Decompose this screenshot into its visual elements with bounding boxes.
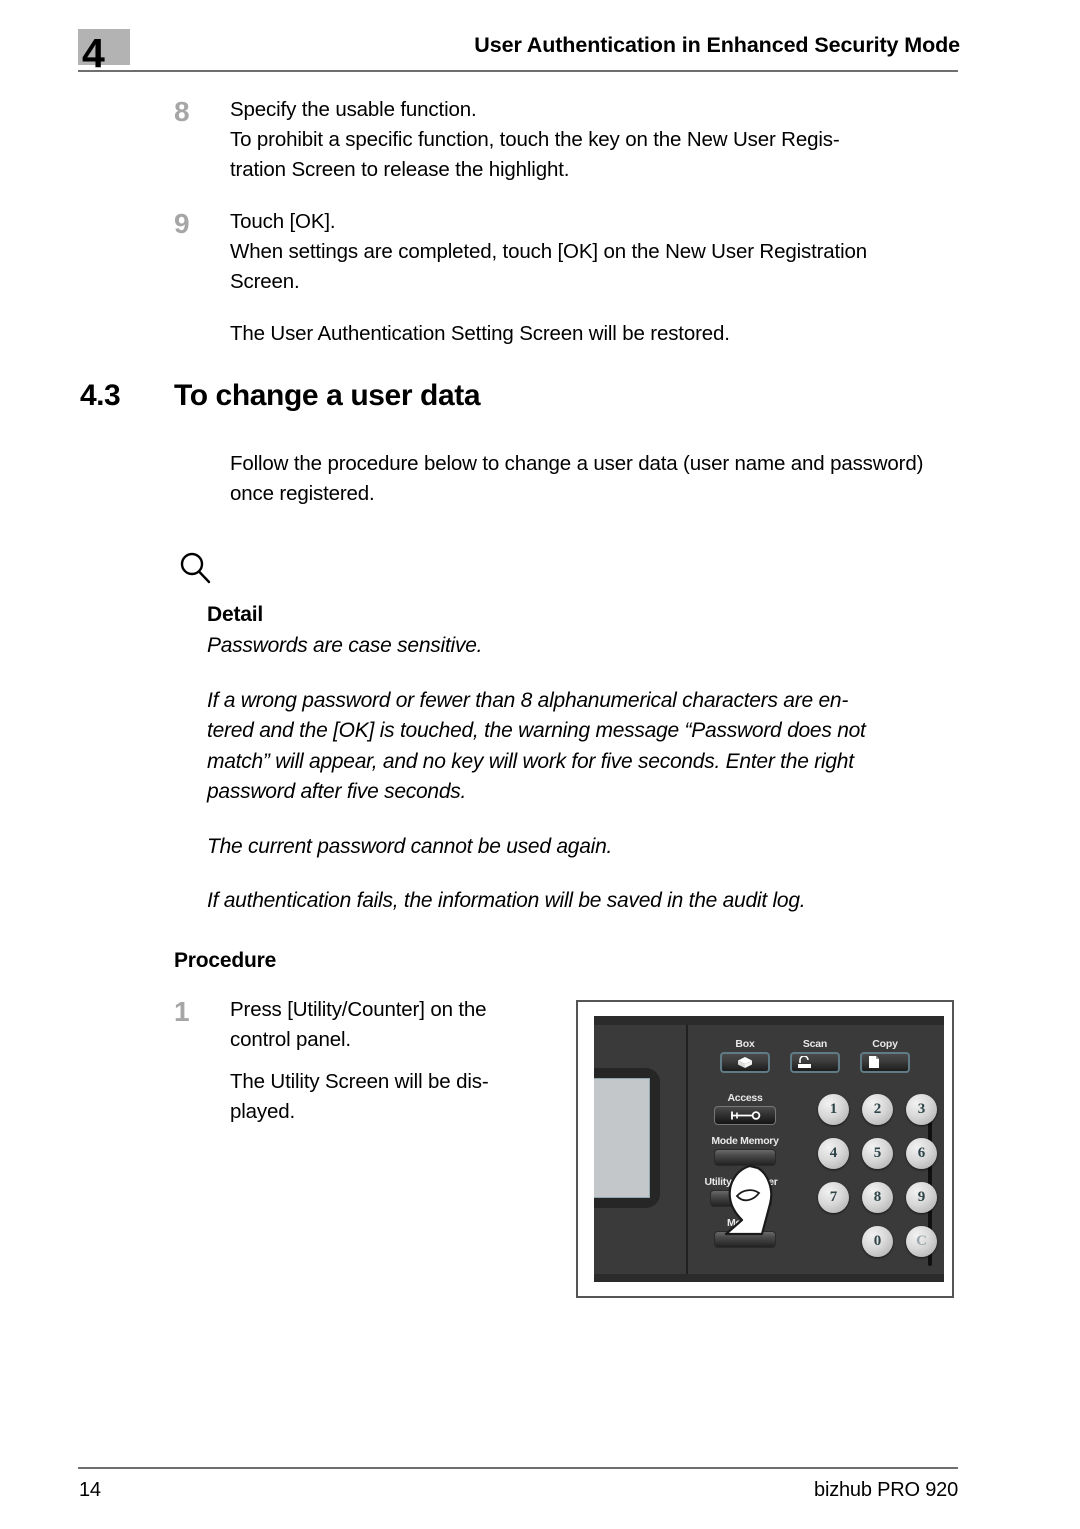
- panel-divider: [686, 1024, 688, 1274]
- function-key-button[interactable]: [720, 1051, 770, 1073]
- header-rule: [78, 70, 958, 72]
- box-cube-icon: [722, 1054, 768, 1071]
- step-line: When settings are completed, touch [OK] …: [230, 240, 868, 263]
- function-key-button[interactable]: [860, 1051, 910, 1073]
- function-key-button[interactable]: [790, 1051, 840, 1073]
- step-item: 9 Touch [OK]. When settings are complete…: [0, 207, 1080, 297]
- detail-paragraph: If authentication fails, the information…: [207, 886, 1080, 917]
- keypad-key[interactable]: 4: [818, 1137, 849, 1169]
- section-heading: 4.3 To change a user data: [0, 379, 1080, 423]
- detail-paragraph: If a wrong password or fewer than 8 alph…: [207, 686, 1080, 808]
- step-number: 1: [174, 995, 190, 1027]
- side-button-label: Mode Memory: [711, 1134, 779, 1147]
- panel-bottom-strip: [594, 1273, 944, 1282]
- side-button-mode-memory[interactable]: Mode Memory: [702, 1135, 788, 1166]
- keypad-key[interactable]: 1: [818, 1093, 849, 1125]
- keypad-key[interactable]: 6: [906, 1137, 937, 1169]
- step-line: Press [Utility/Counter] on the: [230, 997, 487, 1021]
- step-line: To prohibit a specific function, touch t…: [230, 128, 840, 151]
- keypad-key[interactable]: 8: [862, 1181, 893, 1213]
- lcd-screen[interactable]: [594, 1077, 650, 1198]
- detail-line: If authentication fails, the information…: [207, 889, 806, 912]
- detail-heading: Detail: [207, 603, 263, 626]
- step-body: Press [Utility/Counter] on the control p…: [230, 995, 560, 1127]
- page-header: 4 User Authentication in Enhanced Securi…: [0, 0, 1080, 80]
- scanner-icon: [792, 1054, 838, 1071]
- procedure-step-row: 1 Press [Utility/Counter] on the control…: [0, 995, 1080, 1315]
- step-result-text: The User Authentication Setting Screen w…: [230, 319, 1080, 349]
- side-button[interactable]: [714, 1105, 776, 1125]
- keypad-key-clear[interactable]: C: [906, 1225, 937, 1257]
- step-line: tration Screen to release the highlight.: [230, 158, 570, 181]
- header-title: User Authentication in Enhanced Security…: [474, 33, 960, 57]
- keypad-key[interactable]: 0: [862, 1225, 893, 1257]
- key-icon: [715, 1107, 775, 1124]
- step-number: 9: [174, 208, 190, 239]
- footer-product-name: bizhub PRO 920: [814, 1479, 958, 1501]
- step-body: Touch [OK]. When settings are completed,…: [230, 207, 1080, 297]
- step-result-line: played.: [230, 1099, 296, 1123]
- section-intro-line: once registered.: [230, 482, 375, 505]
- detail-line: password after five seconds.: [207, 780, 467, 803]
- keypad-key[interactable]: 3: [906, 1093, 937, 1125]
- step-result-line: The Utility Screen will be dis-: [230, 1069, 489, 1093]
- section-number: 4.3: [80, 379, 121, 412]
- step-body: Specify the usable function. To prohibit…: [230, 95, 1080, 185]
- function-key-box[interactable]: Box: [720, 1038, 770, 1073]
- detail-paragraph: Passwords are case sensitive.: [207, 631, 1080, 662]
- detail-line: The current password cannot be used agai…: [207, 834, 613, 858]
- detail-line: If a wrong password or fewer than 8 alph…: [207, 688, 849, 712]
- control-panel-figure: Box Scan Copy Access Mode Memory Utility…: [576, 999, 954, 1298]
- function-key-label: Box: [735, 1037, 755, 1050]
- detail-line: Passwords are case sensitive.: [207, 634, 483, 657]
- pointing-finger-icon: [720, 1164, 778, 1238]
- detail-line: tered and the [OK] is touched, the warni…: [207, 719, 866, 742]
- section-title: To change a user data: [174, 379, 481, 412]
- section-intro: Follow the procedure below to change a u…: [230, 449, 1080, 509]
- step-line: Specify the usable function.: [230, 98, 477, 121]
- detail-paragraph: The current password cannot be used agai…: [207, 832, 1080, 863]
- step-item: 8 Specify the usable function. To prohib…: [0, 95, 1080, 185]
- document-page-icon: [862, 1054, 908, 1071]
- function-key-scan[interactable]: Scan: [790, 1038, 840, 1073]
- step-line: control panel.: [230, 1027, 351, 1051]
- keypad-key[interactable]: 9: [906, 1181, 937, 1213]
- step-line: Screen.: [230, 270, 300, 293]
- keypad-key[interactable]: 2: [862, 1093, 893, 1125]
- magnifier-icon: [178, 551, 214, 587]
- footer-page-number: 14: [79, 1479, 101, 1501]
- detail-line: match” will appear, and no key will work…: [207, 749, 854, 773]
- control-panel-body: Box Scan Copy Access Mode Memory Utility…: [594, 1015, 944, 1282]
- side-button-label: Access: [727, 1091, 763, 1104]
- detail-note-block: Detail Passwords are case sensitive. If …: [0, 551, 1080, 917]
- keypad-key[interactable]: 5: [862, 1137, 893, 1169]
- function-key-copy[interactable]: Copy: [860, 1038, 910, 1073]
- footer-rule: [78, 1467, 958, 1469]
- section-intro-line: Follow the procedure below to change a u…: [230, 452, 924, 475]
- step-number: 8: [174, 96, 190, 127]
- procedure-heading: Procedure: [174, 948, 277, 972]
- panel-top-strip: [594, 1015, 944, 1025]
- step-line: Touch [OK].: [230, 210, 336, 233]
- function-key-label: Scan: [802, 1037, 828, 1050]
- keypad-key[interactable]: 7: [818, 1181, 849, 1213]
- page-content: 8 Specify the usable function. To prohib…: [0, 95, 1080, 1315]
- step-result-line: The User Authentication Setting Screen w…: [230, 322, 730, 345]
- function-key-label: Copy: [872, 1037, 898, 1050]
- side-button-access[interactable]: Access: [702, 1092, 788, 1125]
